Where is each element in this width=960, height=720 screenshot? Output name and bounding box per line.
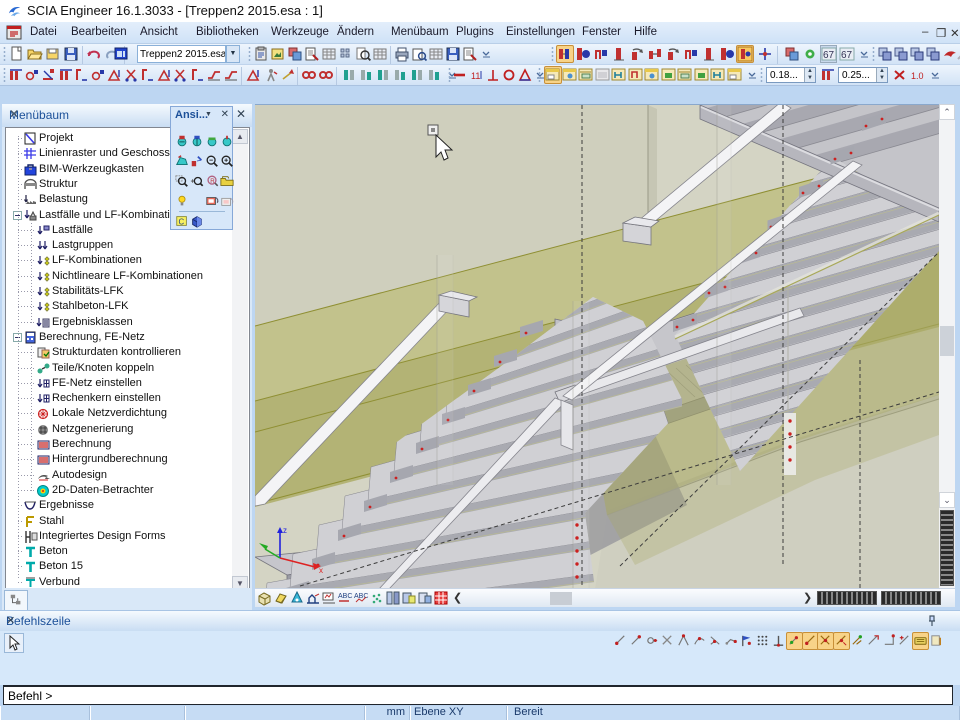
svg-text:ABC: ABC xyxy=(338,593,352,600)
svg-text:1.0: 1.0 xyxy=(911,71,924,81)
svg-text:R: R xyxy=(210,178,215,185)
svg-text:67: 67 xyxy=(841,50,853,61)
svg-text:ABC: ABC xyxy=(354,593,368,600)
svg-text:C: C xyxy=(179,218,185,227)
svg-text:z: z xyxy=(283,526,287,535)
svg-text:67: 67 xyxy=(823,50,835,61)
svg-text:x: x xyxy=(319,566,323,575)
svg-text:11: 11 xyxy=(471,71,480,81)
